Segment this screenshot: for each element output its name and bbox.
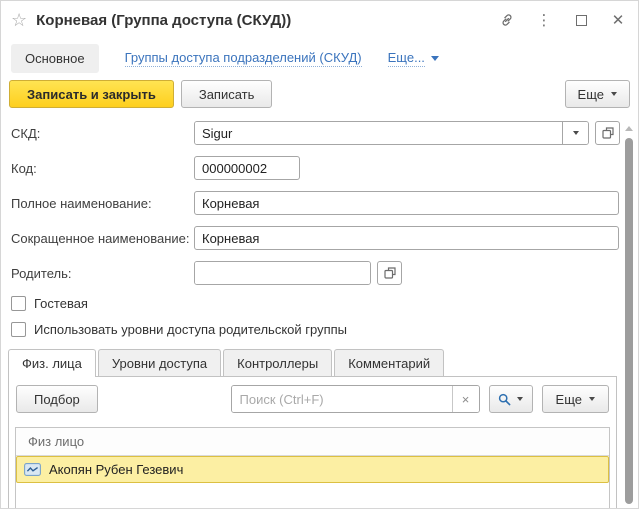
titlebar: ☆ Корневая (Группа доступа (СКУД)) ⋮ ✕ — [1, 1, 638, 39]
skd-combo — [194, 121, 589, 145]
close-icon[interactable]: ✕ — [610, 12, 626, 29]
table-row[interactable]: Акопян Рубен Гезевич — [16, 456, 609, 483]
persons-tab-panel: Подбор × Еще Физ лицо — [8, 376, 617, 508]
kebab-menu-icon[interactable]: ⋮ — [536, 12, 552, 28]
skd-label: СКД: — [11, 125, 41, 141]
skd-input[interactable] — [195, 122, 562, 144]
chevron-down-icon — [589, 397, 595, 401]
guest-checkbox-row[interactable]: Гостевая — [11, 296, 638, 311]
more-label: Еще — [577, 86, 604, 102]
more-label: Еще — [555, 391, 582, 407]
parent-combo — [194, 261, 371, 285]
search-icon — [498, 393, 511, 405]
window-title: Корневая (Группа доступа (СКУД)) — [36, 11, 292, 29]
field-row-code: Код: — [11, 156, 638, 180]
parent-input[interactable] — [195, 262, 370, 284]
tab-controllers[interactable]: Контроллеры — [223, 349, 333, 376]
tab-comment[interactable]: Комментарий — [334, 349, 445, 376]
commandbar-more-button[interactable]: Еще — [564, 80, 630, 108]
use-parent-levels-checkbox-row[interactable]: Использовать уровни доступа родительской… — [11, 322, 638, 337]
nav-link-department-access-groups[interactable]: Группы доступа подразделений (СКУД) — [124, 50, 362, 67]
search-input[interactable] — [231, 386, 452, 412]
scrollbar-thumb[interactable] — [624, 138, 633, 504]
maximize-icon[interactable] — [573, 12, 589, 28]
search-field-group: × — [230, 385, 480, 413]
short-name-input[interactable] — [194, 226, 619, 250]
full-name-label: Полное наименование: — [11, 195, 152, 211]
skd-dropdown-button[interactable] — [562, 122, 588, 144]
pick-button[interactable]: Подбор — [16, 385, 98, 413]
vertical-scrollbar — [620, 120, 637, 507]
code-input[interactable] — [194, 156, 300, 180]
person-name: Акопян Рубен Гезевич — [49, 462, 184, 477]
persons-more-button[interactable]: Еще — [541, 385, 609, 413]
nav-more-label: Еще... — [387, 49, 425, 67]
nav-more-menu[interactable]: Еще... — [387, 49, 439, 67]
detail-tabs: Физ. лица Уровни доступа Контроллеры Ком… — [1, 349, 638, 377]
guest-checkbox-label: Гостевая — [34, 296, 88, 311]
chevron-down-icon — [572, 131, 579, 135]
tab-persons[interactable]: Физ. лица — [8, 349, 96, 377]
field-row-parent: Родитель: — [11, 261, 638, 285]
window-controls: ⋮ ✕ — [499, 12, 626, 29]
person-record-icon — [24, 463, 41, 476]
full-name-input[interactable] — [194, 191, 619, 215]
short-name-label: Сокращенное наименование: — [11, 230, 190, 246]
code-label: Код: — [11, 160, 37, 176]
field-row-full-name: Полное наименование: — [11, 191, 638, 215]
search-button[interactable] — [488, 385, 533, 413]
field-row-short-name: Сокращенное наименование: — [11, 226, 638, 250]
column-header-person[interactable]: Физ лицо — [16, 428, 609, 456]
field-row-skd: СКД: — [11, 121, 638, 145]
app-window: ☆ Корневая (Группа доступа (СКУД)) ⋮ ✕ О… — [0, 0, 639, 509]
persons-toolbar: Подбор × Еще — [9, 377, 616, 420]
nav-item-main[interactable]: Основное — [11, 43, 99, 73]
chevron-down-icon — [611, 92, 617, 96]
clear-search-icon[interactable]: × — [451, 386, 479, 412]
command-bar: Записать и закрыть Записать Еще — [1, 77, 638, 117]
link-icon[interactable] — [499, 12, 515, 28]
scroll-up-arrow-icon[interactable] — [624, 126, 633, 131]
skd-open-picker-button[interactable] — [595, 121, 620, 145]
favorite-star-icon[interactable]: ☆ — [11, 10, 27, 31]
parent-open-picker-button[interactable] — [377, 261, 402, 285]
navigation-bar: Основное Группы доступа подразделений (С… — [1, 39, 638, 77]
save-button[interactable]: Записать — [180, 80, 273, 108]
chevron-down-icon — [430, 55, 439, 61]
save-and-close-button[interactable]: Записать и закрыть — [9, 80, 174, 108]
chevron-down-icon — [517, 397, 524, 401]
use-parent-levels-checkbox[interactable] — [11, 322, 26, 337]
parent-label: Родитель: — [11, 265, 72, 281]
use-parent-levels-checkbox-label: Использовать уровни доступа родительской… — [34, 322, 348, 337]
tab-access-levels[interactable]: Уровни доступа — [97, 349, 222, 376]
form-fields: СКД: Код: Полное наименование: Сокращенн… — [1, 117, 638, 348]
persons-table: Физ лицо Акопян Рубен Гезевич — [15, 427, 610, 508]
guest-checkbox[interactable] — [11, 296, 26, 311]
empty-row — [16, 483, 609, 508]
